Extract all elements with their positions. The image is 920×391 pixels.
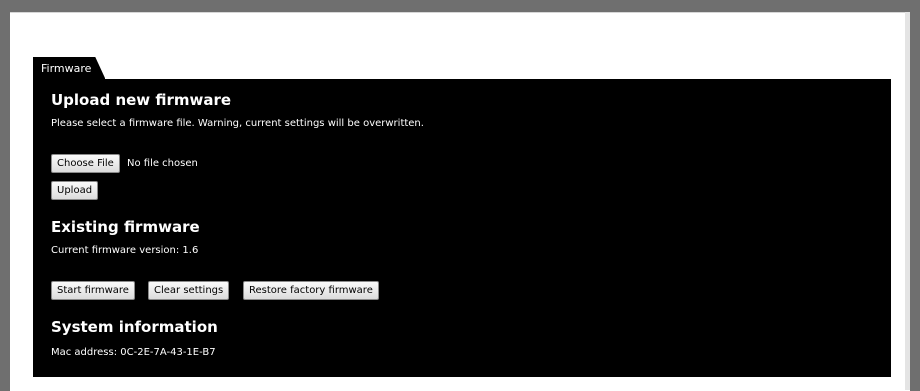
upload-heading: Upload new firmware [51, 91, 232, 109]
existing-firmware-heading: Existing firmware [51, 218, 200, 236]
file-status: No file chosen [127, 158, 198, 169]
choose-file-button[interactable]: Choose File [51, 154, 120, 173]
top-bar [0, 0, 920, 8]
firmware-version-text: Current firmware version: 1.6 [51, 245, 199, 256]
mac-address-text: Mac address: 0C-2E-7A-43-1E-B7 [51, 347, 216, 358]
clear-settings-button[interactable]: Clear settings [148, 281, 230, 300]
start-firmware-button[interactable]: Start firmware [51, 281, 135, 300]
upload-description: Please select a firmware file. Warning, … [51, 118, 424, 129]
restore-factory-firmware-button[interactable]: Restore factory firmware [243, 281, 379, 300]
firmware-panel: Upload new firmware Please select a firm… [33, 79, 891, 377]
tab-firmware-label: Firmware [41, 62, 92, 75]
scrollbar[interactable] [905, 12, 910, 390]
tab-firmware[interactable]: Firmware [33, 57, 106, 79]
system-information-heading: System information [51, 318, 218, 336]
upload-button[interactable]: Upload [51, 181, 99, 200]
